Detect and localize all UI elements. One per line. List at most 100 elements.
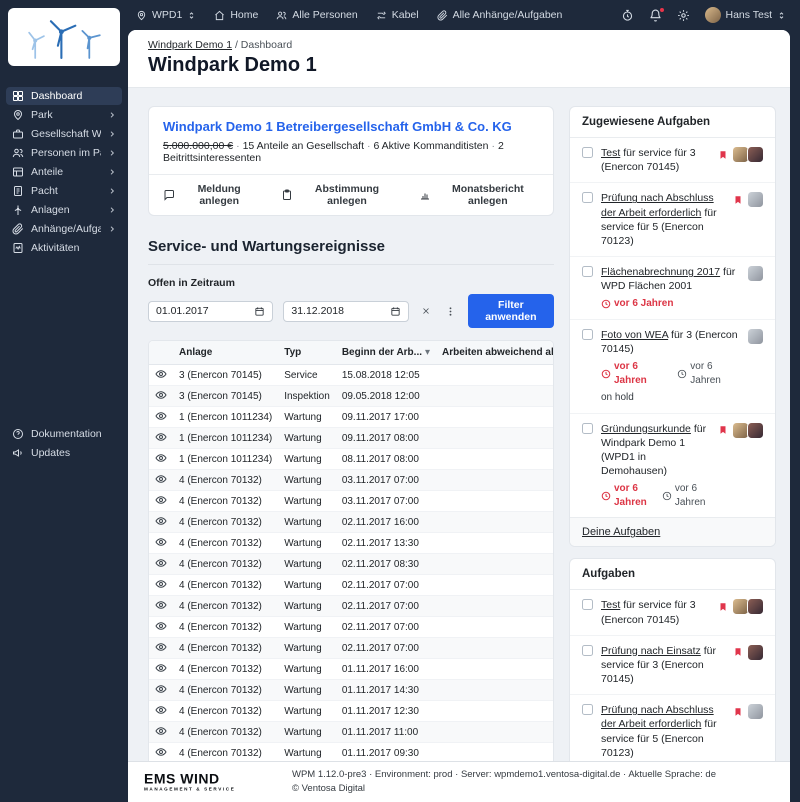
task-checkbox[interactable]	[582, 147, 593, 158]
sidebar-item-dashboard[interactable]: Dashboard	[6, 87, 122, 105]
task-link[interactable]: Flächenabrechnung 2017	[601, 266, 720, 278]
overdue-badge: vor 6 Jahren	[601, 482, 652, 509]
sidebar-item-pacht[interactable]: Pacht	[6, 182, 122, 200]
nav-item-alle-anhaenge[interactable]: Alle Anhänge/Aufgaben	[437, 9, 562, 21]
history-button[interactable]	[621, 9, 634, 22]
sidebar-item-park[interactable]: Park	[6, 106, 122, 124]
view-row-button[interactable]	[155, 578, 167, 590]
app-logo[interactable]	[8, 8, 120, 66]
view-row-button[interactable]	[155, 368, 167, 380]
date-to-input[interactable]: 31.12.2018	[283, 300, 409, 322]
table-row[interactable]: 4 (Enercon 70132) Wartung 02.11.2017 07:…	[149, 595, 553, 617]
task-link[interactable]: Gründungsurkunde	[601, 423, 691, 435]
sidebar-item-gesellschaft[interactable]: Gesellschaft WPD1	[6, 125, 122, 143]
view-row-button[interactable]	[155, 473, 167, 485]
cell-anlage: 3 (Enercon 70145)	[173, 385, 279, 407]
table-row[interactable]: 4 (Enercon 70132) Wartung 01.11.2017 09:…	[149, 742, 553, 761]
task-checkbox[interactable]	[582, 266, 593, 278]
company-name-link[interactable]: Windpark Demo 1 Betreibergesellschaft Gm…	[163, 119, 512, 134]
table-row[interactable]: 4 (Enercon 70132) Wartung 03.11.2017 07:…	[149, 469, 553, 491]
task-checkbox[interactable]	[582, 192, 593, 204]
nav-item-kabel[interactable]: Kabel	[376, 9, 419, 21]
cell-anlage: 4 (Enercon 70132)	[173, 742, 279, 761]
view-row-button[interactable]	[155, 431, 167, 443]
view-row-button[interactable]	[155, 620, 167, 632]
table-row[interactable]: 1 (Enercon 1011234) Wartung 08.11.2017 0…	[149, 448, 553, 470]
user-menu[interactable]: Hans Test	[704, 7, 787, 23]
nav-item-alle-personen[interactable]: Alle Personen	[276, 9, 358, 21]
view-row-button[interactable]	[155, 452, 167, 464]
table-row[interactable]: 3 (Enercon 70145) Inspektion 09.05.2018 …	[149, 385, 553, 407]
view-row-button[interactable]	[155, 662, 167, 674]
task-checkbox[interactable]	[582, 328, 593, 340]
sidebar-item-anlagen[interactable]: Anlagen	[6, 201, 122, 219]
view-row-button[interactable]	[155, 557, 167, 569]
column-typ[interactable]: Typ	[278, 341, 336, 365]
table-row[interactable]: 4 (Enercon 70132) Wartung 01.11.2017 11:…	[149, 721, 553, 743]
task-checkbox[interactable]	[582, 644, 593, 656]
task-link[interactable]: Prüfung nach Abschluss der Arbeit erford…	[601, 704, 714, 730]
wind-turbines-logo-icon	[28, 20, 101, 59]
table-row[interactable]: 1 (Enercon 1011234) Wartung 09.11.2017 1…	[149, 406, 553, 428]
clear-dates-button[interactable]	[419, 304, 433, 318]
task-link[interactable]: Prüfung nach Einsatz	[601, 645, 701, 657]
park-selector[interactable]: WPD1	[136, 9, 196, 21]
task-checkbox[interactable]	[582, 704, 593, 716]
table-row[interactable]: 4 (Enercon 70132) Wartung 02.11.2017 07:…	[149, 616, 553, 638]
sidebar-item-updates[interactable]: Updates	[6, 444, 122, 462]
view-row-button[interactable]	[155, 746, 167, 758]
task-checkbox[interactable]	[582, 422, 593, 434]
task-link[interactable]: Test	[601, 147, 620, 159]
column-abgeschlossen[interactable]: Arbeiten abweichend abgeschl...	[436, 341, 553, 365]
view-row-button[interactable]	[155, 536, 167, 548]
view-row-button[interactable]	[155, 494, 167, 506]
column-beginn[interactable]: Beginn der Arb... ▾	[335, 341, 437, 365]
table-row[interactable]: 4 (Enercon 70132) Wartung 02.11.2017 07:…	[149, 637, 553, 659]
task-link[interactable]: Foto von WEA	[601, 329, 668, 341]
task-checkbox[interactable]	[582, 599, 593, 611]
view-row-button[interactable]	[155, 704, 167, 716]
task-link[interactable]: Test	[601, 599, 620, 611]
table-row[interactable]: 4 (Enercon 70132) Wartung 02.11.2017 13:…	[149, 532, 553, 554]
deine-aufgaben-link[interactable]: Deine Aufgaben	[582, 526, 660, 538]
notifications-button[interactable]	[649, 6, 665, 22]
meldung-anlegen-button[interactable]: Meldung anlegen	[163, 183, 257, 207]
table-row[interactable]: 3 (Enercon 70145) Service 15.08.2018 12:…	[149, 364, 553, 386]
sidebar-item-aktivitaeten[interactable]: Aktivitäten	[6, 239, 122, 257]
clock-icon	[601, 299, 611, 309]
view-row-button[interactable]	[155, 389, 167, 401]
monatsbericht-anlegen-button[interactable]: Monatsbericht anlegen	[419, 183, 539, 207]
table-row[interactable]: 4 (Enercon 70132) Wartung 02.11.2017 16:…	[149, 511, 553, 533]
table-row[interactable]: 4 (Enercon 70132) Wartung 01.11.2017 16:…	[149, 658, 553, 680]
view-row-button[interactable]	[155, 683, 167, 695]
settings-button[interactable]	[677, 9, 690, 22]
table-row[interactable]: 4 (Enercon 70132) Wartung 02.11.2017 08:…	[149, 553, 553, 575]
sidebar-nav: Dashboard Park Gesellschaft WPD1 Persone…	[0, 86, 128, 463]
view-row-button[interactable]	[155, 725, 167, 737]
user-name: Hans Test	[725, 9, 773, 21]
sidebar-item-dokumentation[interactable]: Dokumentation	[6, 425, 122, 443]
table-row[interactable]: 4 (Enercon 70132) Wartung 02.11.2017 07:…	[149, 574, 553, 596]
column-anlage[interactable]: Anlage	[173, 341, 279, 365]
breadcrumb-link-windpark[interactable]: Windpark Demo 1	[148, 39, 232, 51]
paperclip-icon	[12, 223, 24, 235]
table-row[interactable]: 4 (Enercon 70132) Wartung 03.11.2017 07:…	[149, 490, 553, 512]
filter-apply-button[interactable]: Filter anwenden	[467, 294, 554, 328]
cell-typ: Service	[278, 364, 336, 386]
nav-item-home[interactable]: Home	[214, 9, 258, 21]
view-row-button[interactable]	[155, 410, 167, 422]
sidebar-item-personen[interactable]: Personen im Park	[6, 144, 122, 162]
filter-more-button[interactable]	[443, 304, 458, 319]
cell-abgeschlossen	[436, 553, 553, 575]
view-row-button[interactable]	[155, 599, 167, 611]
sidebar-item-anhaenge[interactable]: Anhänge/Aufgaben	[6, 220, 122, 238]
table-row[interactable]: 1 (Enercon 1011234) Wartung 09.11.2017 0…	[149, 427, 553, 449]
abstimmung-anlegen-button[interactable]: Abstimmung anlegen	[281, 183, 394, 207]
view-row-button[interactable]	[155, 515, 167, 527]
view-row-button[interactable]	[155, 641, 167, 653]
sidebar-item-anteile[interactable]: Anteile	[6, 163, 122, 181]
table-row[interactable]: 4 (Enercon 70132) Wartung 01.11.2017 12:…	[149, 700, 553, 722]
table-row[interactable]: 4 (Enercon 70132) Wartung 01.11.2017 14:…	[149, 679, 553, 701]
date-from-input[interactable]: 01.01.2017	[148, 300, 274, 322]
task-link[interactable]: Prüfung nach Abschluss der Arbeit erford…	[601, 192, 714, 218]
